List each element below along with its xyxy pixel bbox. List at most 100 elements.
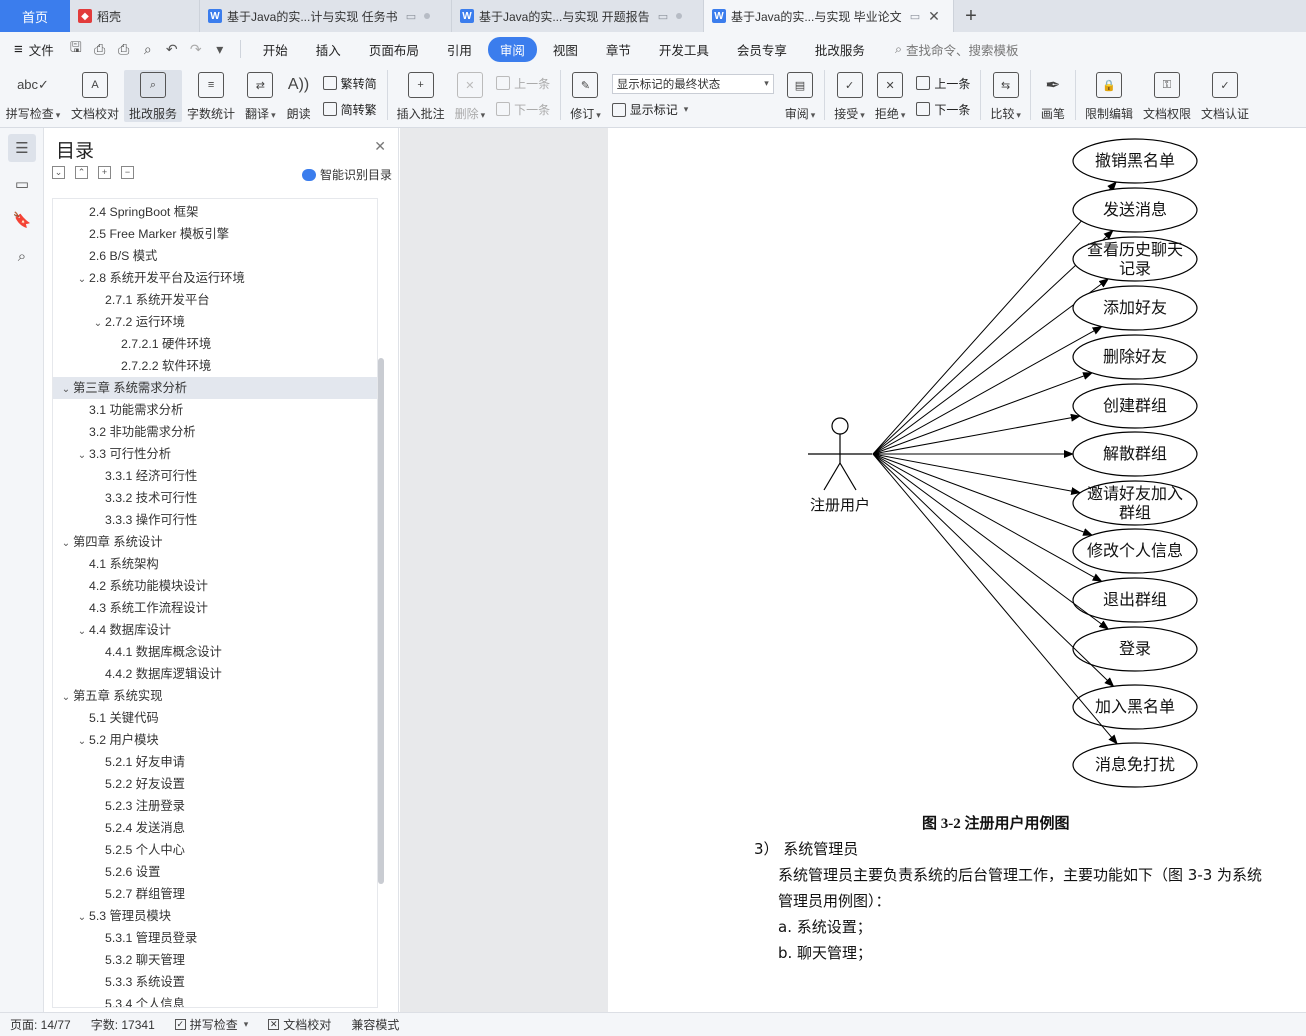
- toc-panel-icon[interactable]: ☰: [8, 134, 36, 162]
- toc-item[interactable]: 5.2.5 个人中心: [53, 839, 377, 861]
- chevron-down-icon[interactable]: ⌄: [75, 621, 89, 643]
- toc-item[interactable]: 5.2.2 好友设置: [53, 773, 377, 795]
- toc-item[interactable]: ⌄ 第四章 系统设计: [53, 531, 377, 553]
- redo-icon[interactable]: ↷: [184, 41, 208, 58]
- tab-home[interactable]: 首页: [0, 0, 70, 32]
- toc-item[interactable]: 4.4.1 数据库概念设计: [53, 641, 377, 663]
- bookmark-icon[interactable]: 🔖: [8, 206, 36, 234]
- print-preview-icon[interactable]: ⌕: [136, 41, 160, 58]
- show-markup-button[interactable]: 显示标记 ▾: [611, 101, 774, 118]
- tab-doc-thesis[interactable]: W 基于Java的实...与实现 毕业论文 ▭ ✕: [704, 0, 954, 32]
- toc-item[interactable]: ⌄ 5.2 用户模块: [53, 729, 377, 751]
- tab-doc-proposal[interactable]: W 基于Java的实...与实现 开题报告 ▭: [452, 0, 704, 32]
- next-change-button[interactable]: 下一条: [916, 101, 970, 118]
- toc-item[interactable]: 5.2.6 设置: [53, 861, 377, 883]
- save-icon[interactable]: 🖫: [64, 37, 88, 61]
- command-search[interactable]: ⌕ 查找命令、搜索模板: [895, 40, 1019, 59]
- toc-item[interactable]: 2.4 SpringBoot 框架: [53, 201, 377, 223]
- toc-item[interactable]: 3.3.1 经济可行性: [53, 465, 377, 487]
- menu-insert[interactable]: 插入: [304, 37, 353, 62]
- chevron-down-icon[interactable]: ⌄: [75, 731, 89, 753]
- menu-review-service[interactable]: 批改服务: [803, 37, 877, 62]
- word-count-indicator[interactable]: 字数: 17341: [81, 1016, 165, 1033]
- more-icon[interactable]: ▾: [208, 41, 232, 58]
- undo-icon[interactable]: ↶: [160, 41, 184, 58]
- chevron-down-icon[interactable]: ⌄: [75, 269, 89, 291]
- file-menu[interactable]: ≡ 文件: [0, 40, 64, 59]
- markup-state-select[interactable]: 显示标记的最终状态 ▾: [611, 73, 774, 94]
- menu-references[interactable]: 引用: [435, 37, 484, 62]
- toc-item[interactable]: 2.7.2.2 软件环境: [53, 355, 377, 377]
- compare-button[interactable]: ⇆ 比较 ▾: [985, 70, 1026, 122]
- toc-item[interactable]: 2.5 Free Marker 模板引擎: [53, 223, 377, 245]
- prev-change-button[interactable]: 上一条: [916, 75, 970, 92]
- toc-item[interactable]: ⌄ 3.3 可行性分析: [53, 443, 377, 465]
- spell-check-status[interactable]: ✓ 拼写检查 ▾: [165, 1016, 259, 1033]
- prev-comment-button[interactable]: 上一条: [496, 75, 550, 92]
- toc-item[interactable]: ⌄ 5.3 管理员模块: [53, 905, 377, 927]
- toc-item[interactable]: 4.3 系统工作流程设计: [53, 597, 377, 619]
- toc-item[interactable]: 3.3.2 技术可行性: [53, 487, 377, 509]
- toc-item[interactable]: 5.1 关键代码: [53, 707, 377, 729]
- chevron-down-icon[interactable]: ⌄: [75, 907, 89, 929]
- close-icon[interactable]: ✕: [374, 138, 386, 155]
- restrict-editing-button[interactable]: 🔒 限制编辑: [1080, 70, 1138, 122]
- toc-scrollbar[interactable]: [378, 358, 384, 884]
- toc-item[interactable]: 5.3.3 系统设置: [53, 971, 377, 993]
- menu-review[interactable]: 审阅: [487, 36, 537, 62]
- menu-section[interactable]: 章节: [594, 37, 643, 62]
- toc-item[interactable]: 2.6 B/S 模式: [53, 245, 377, 267]
- menu-view[interactable]: 视图: [541, 37, 590, 62]
- new-tab-button[interactable]: +: [954, 0, 988, 32]
- toc-item[interactable]: 5.2.7 群组管理: [53, 883, 377, 905]
- remove-heading-icon[interactable]: −: [121, 166, 134, 179]
- tab-doc-task[interactable]: W 基于Java的实...计与实现 任务书 ▭: [200, 0, 452, 32]
- toc-item[interactable]: 3.2 非功能需求分析: [53, 421, 377, 443]
- toc-item[interactable]: 3.1 功能需求分析: [53, 399, 377, 421]
- toc-item[interactable]: 4.2 系统功能模块设计: [53, 575, 377, 597]
- menu-member[interactable]: 会员专享: [725, 37, 799, 62]
- toc-item[interactable]: 5.2.1 好友申请: [53, 751, 377, 773]
- page-indicator[interactable]: 页面: 14/77: [0, 1016, 81, 1033]
- toc-item[interactable]: ⌄ 4.4 数据库设计: [53, 619, 377, 641]
- pen-button[interactable]: ✒ 画笔: [1035, 70, 1071, 122]
- menu-start[interactable]: 开始: [251, 37, 300, 62]
- menu-developer[interactable]: 开发工具: [647, 37, 721, 62]
- collapse-all-icon[interactable]: ⌄: [52, 166, 65, 179]
- expand-all-icon[interactable]: ⌃: [75, 166, 88, 179]
- read-aloud-button[interactable]: A)) 朗读: [281, 70, 317, 122]
- toc-item[interactable]: 4.4.2 数据库逻辑设计: [53, 663, 377, 685]
- toc-item[interactable]: 2.7.1 系统开发平台: [53, 289, 377, 311]
- chevron-down-icon[interactable]: ⌄: [91, 313, 105, 335]
- review-pane-button[interactable]: ▤ 审阅 ▾: [780, 70, 821, 122]
- menu-page-layout[interactable]: 页面布局: [357, 37, 431, 62]
- toc-item[interactable]: 2.7.2.1 硬件环境: [53, 333, 377, 355]
- delete-comment-button[interactable]: ✕ 删除 ▾: [450, 70, 491, 122]
- toc-item[interactable]: 5.2.3 注册登录: [53, 795, 377, 817]
- smart-toc-button[interactable]: 智能识别目录: [301, 166, 392, 183]
- next-comment-button[interactable]: 下一条: [496, 101, 550, 118]
- translate-button[interactable]: ⇄ 翻译 ▾: [240, 70, 281, 122]
- doc-permission-button[interactable]: ⚿ 文档权限: [1138, 70, 1196, 122]
- proofread-status[interactable]: ✕ 文档校对: [258, 1016, 341, 1033]
- toc-item[interactable]: 5.3.1 管理员登录: [53, 927, 377, 949]
- chapter-nav-icon[interactable]: ▭: [8, 170, 36, 198]
- trad-to-simp-button[interactable]: 繁转简: [322, 75, 377, 92]
- word-count-button[interactable]: ≡ 字数统计: [182, 70, 240, 122]
- doc-cert-button[interactable]: ✓ 文档认证: [1196, 70, 1254, 122]
- toc-item[interactable]: ⌄ 第五章 系统实现: [53, 685, 377, 707]
- toc-item[interactable]: ⌄ 第三章 系统需求分析: [53, 377, 377, 399]
- tab-docer[interactable]: ◆ 稻壳: [70, 0, 200, 32]
- toc-item[interactable]: 5.3.2 聊天管理: [53, 949, 377, 971]
- toc-item[interactable]: 5.3.4 个人信息: [53, 993, 377, 1007]
- export-pdf-icon[interactable]: ⎙: [88, 41, 112, 58]
- toc-item[interactable]: 4.1 系统架构: [53, 553, 377, 575]
- toc-item[interactable]: ⌄ 2.8 系统开发平台及运行环境: [53, 267, 377, 289]
- toc-item[interactable]: 3.3.3 操作可行性: [53, 509, 377, 531]
- chevron-down-icon[interactable]: ⌄: [59, 533, 73, 555]
- toc-item[interactable]: 5.2.4 发送消息: [53, 817, 377, 839]
- close-icon[interactable]: ✕: [928, 8, 940, 25]
- search-icon[interactable]: ⌕: [8, 242, 36, 270]
- chevron-down-icon[interactable]: ⌄: [59, 379, 73, 401]
- chevron-down-icon[interactable]: ⌄: [75, 445, 89, 467]
